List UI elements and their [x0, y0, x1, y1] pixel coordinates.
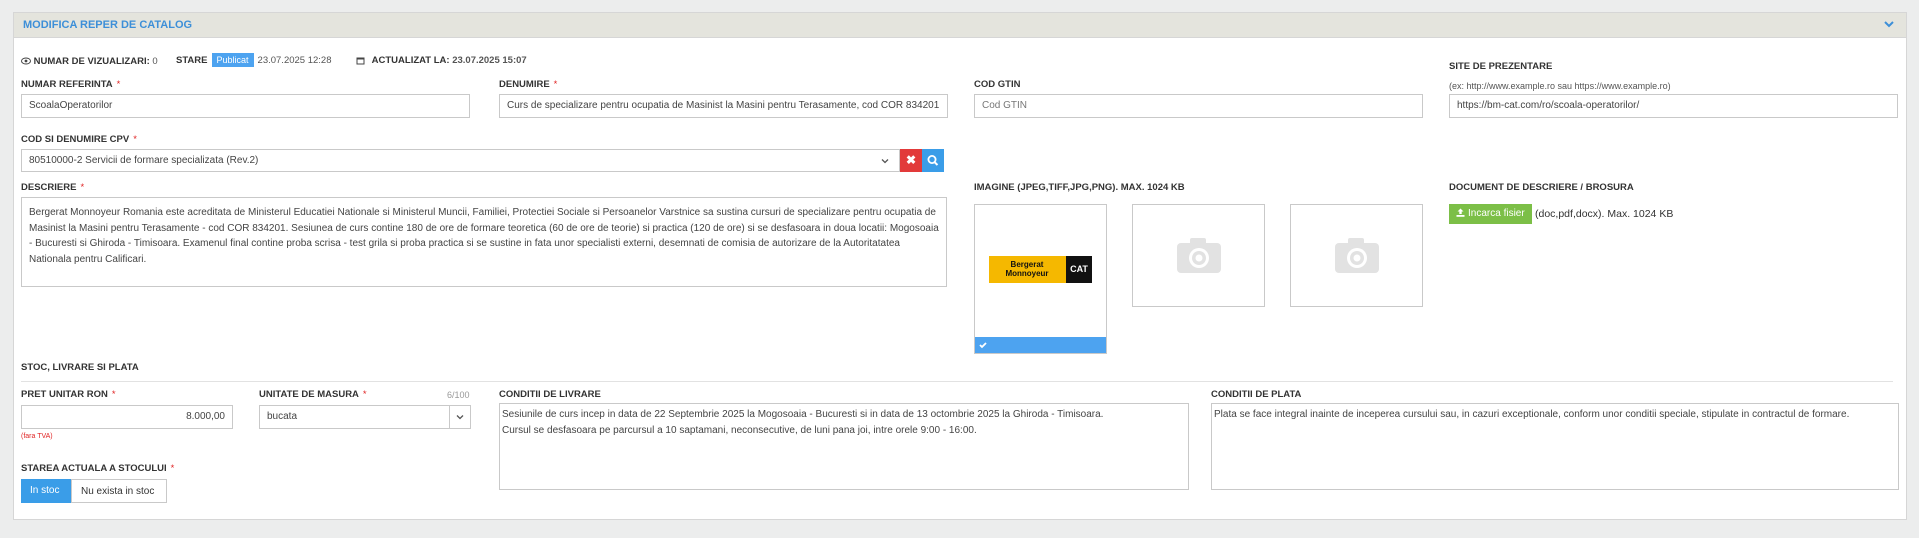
select-divider [449, 405, 450, 429]
delivery-line-2: Cursul se desfasoara pe parcursul a 10 s… [502, 424, 977, 436]
price-input[interactable]: 8.000,00 [21, 405, 233, 429]
chevron-down-icon[interactable] [455, 412, 465, 422]
unit-label-text: UNITATE DE MASURA [259, 389, 359, 400]
gtin-label: COD GTIN [974, 79, 1021, 90]
search-icon [927, 155, 939, 166]
camera-placeholder-icon [1177, 238, 1221, 273]
image-slot-3[interactable] [1290, 204, 1423, 307]
check-icon [979, 342, 987, 349]
cpv-label-text: COD SI DENUMIRE CPV [21, 134, 130, 145]
selected-bar [975, 337, 1106, 353]
edit-catalog-panel: MODIFICA REPER DE CATALOG NUMAR DE VIZUA… [13, 12, 1907, 520]
upload-label: Incarca fisier [1468, 208, 1525, 219]
name-input[interactable]: Curs de specializare pentru ocupatia de … [499, 94, 948, 118]
description-textarea[interactable]: Bergerat Monnoyeur Romania este acredita… [21, 197, 947, 287]
updated-value: 23.07.2025 15:07 [452, 55, 527, 66]
unit-label: UNITATE DE MASURA * [259, 389, 367, 400]
required-mark: * [133, 134, 137, 145]
cpv-select[interactable]: 80510000-2 Servicii de formare specializ… [21, 149, 900, 172]
gtin-input[interactable]: Cod GTIN [974, 94, 1423, 118]
chevron-down-icon[interactable] [1882, 17, 1896, 31]
doc-label: DOCUMENT DE DESCRIERE / BROSURA [1449, 182, 1634, 193]
bergerat-logo: Bergerat Monnoyeur CAT [989, 256, 1092, 283]
doc-hint: (doc,pdf,docx). Max. 1024 KB [1535, 208, 1674, 220]
ref-label: NUMAR REFERINTA * [21, 79, 120, 90]
payment-label: CONDITII DE PLATA [1211, 389, 1302, 400]
desc-label-text: DESCRIERE [21, 182, 77, 193]
clear-cpv-button[interactable]: ✖ [900, 149, 922, 172]
stock-state-label-text: STAREA ACTUALA A STOCULUI [21, 463, 167, 474]
stock-state-label: STAREA ACTUALA A STOCULUI * [21, 463, 174, 474]
required-mark: * [80, 182, 85, 193]
updated-label: ACTUALIZAT LA: [371, 55, 450, 66]
search-cpv-button[interactable] [922, 149, 944, 172]
required-mark: * [116, 79, 121, 90]
section-divider [21, 381, 1893, 382]
image-slot-1[interactable]: Bergerat Monnoyeur CAT [974, 204, 1107, 354]
state-info: STARE Publicat 23.07.2025 12:28 [176, 53, 332, 67]
site-label: SITE DE PREZENTARE [1449, 61, 1553, 72]
required-mark: * [362, 389, 367, 400]
required-mark: * [111, 389, 116, 400]
price-note: (fara TVA) [21, 433, 53, 440]
calendar-icon [356, 57, 365, 65]
logo-line-1: Bergerat [1010, 260, 1044, 269]
no-stock-toggle[interactable]: Nu exista in stoc [71, 479, 167, 503]
cpv-label: COD SI DENUMIRE CPV * [21, 134, 137, 145]
payment-textarea[interactable]: Plata se face integral inainte de incepe… [1211, 403, 1899, 490]
close-icon: ✖ [905, 153, 917, 167]
panel-header[interactable]: MODIFICA REPER DE CATALOG [14, 13, 1906, 38]
views-info: NUMAR DE VIZUALIZARI: 0 [21, 56, 158, 67]
panel-title: MODIFICA REPER DE CATALOG [23, 19, 193, 31]
status-badge: Publicat [211, 53, 254, 67]
price-label: PRET UNITAR RON * [21, 389, 116, 400]
upload-file-button[interactable]: Incarca fisier [1449, 204, 1532, 224]
camera-placeholder-icon [1335, 238, 1379, 273]
required-mark: * [170, 463, 175, 474]
cat-logo: CAT [1066, 256, 1092, 283]
ref-label-text: NUMAR REFERINTA [21, 79, 113, 90]
site-input[interactable]: https://bm-cat.com/ro/scoala-operatorilo… [1449, 94, 1898, 118]
image-label: IMAGINE (JPEG,TIFF,JPG,PNG). MAX. 1024 K… [974, 182, 1185, 193]
stock-section-title: STOC, LIVRARE SI PLATA [21, 362, 139, 373]
views-label: NUMAR DE VIZUALIZARI: [33, 56, 150, 67]
eye-icon [21, 57, 31, 65]
state-label: STARE [176, 55, 208, 66]
desc-label: DESCRIERE * [21, 182, 84, 193]
ref-input[interactable]: ScoalaOperatorilor [21, 94, 470, 118]
upload-icon [1456, 208, 1465, 217]
chevron-down-icon[interactable] [880, 156, 890, 166]
unit-counter: 6/100 [447, 390, 470, 400]
updated-info: ACTUALIZAT LA: 23.07.2025 15:07 [356, 55, 527, 66]
price-label-text: PRET UNITAR RON [21, 389, 108, 400]
state-date: 23.07.2025 12:28 [257, 55, 332, 66]
logo-text: Bergerat Monnoyeur [991, 260, 1063, 278]
name-label: DENUMIRE * [499, 79, 557, 90]
delivery-label: CONDITII DE LIVRARE [499, 389, 601, 400]
required-mark: * [553, 79, 558, 90]
unit-select[interactable]: bucata [259, 405, 471, 429]
site-hint: (ex: http://www.example.ro sau https://w… [1449, 81, 1671, 91]
views-value: 0 [152, 56, 158, 67]
delivery-line-1: Sesiunile de curs incep in data de 22 Se… [502, 409, 1104, 420]
image-slot-2[interactable] [1132, 204, 1265, 307]
name-label-text: DENUMIRE [499, 79, 550, 90]
in-stock-toggle[interactable]: In stoc [21, 479, 71, 503]
logo-line-2: Monnoyeur [1005, 269, 1049, 278]
delivery-textarea[interactable]: Sesiunile de curs incep in data de 22 Se… [499, 403, 1189, 490]
